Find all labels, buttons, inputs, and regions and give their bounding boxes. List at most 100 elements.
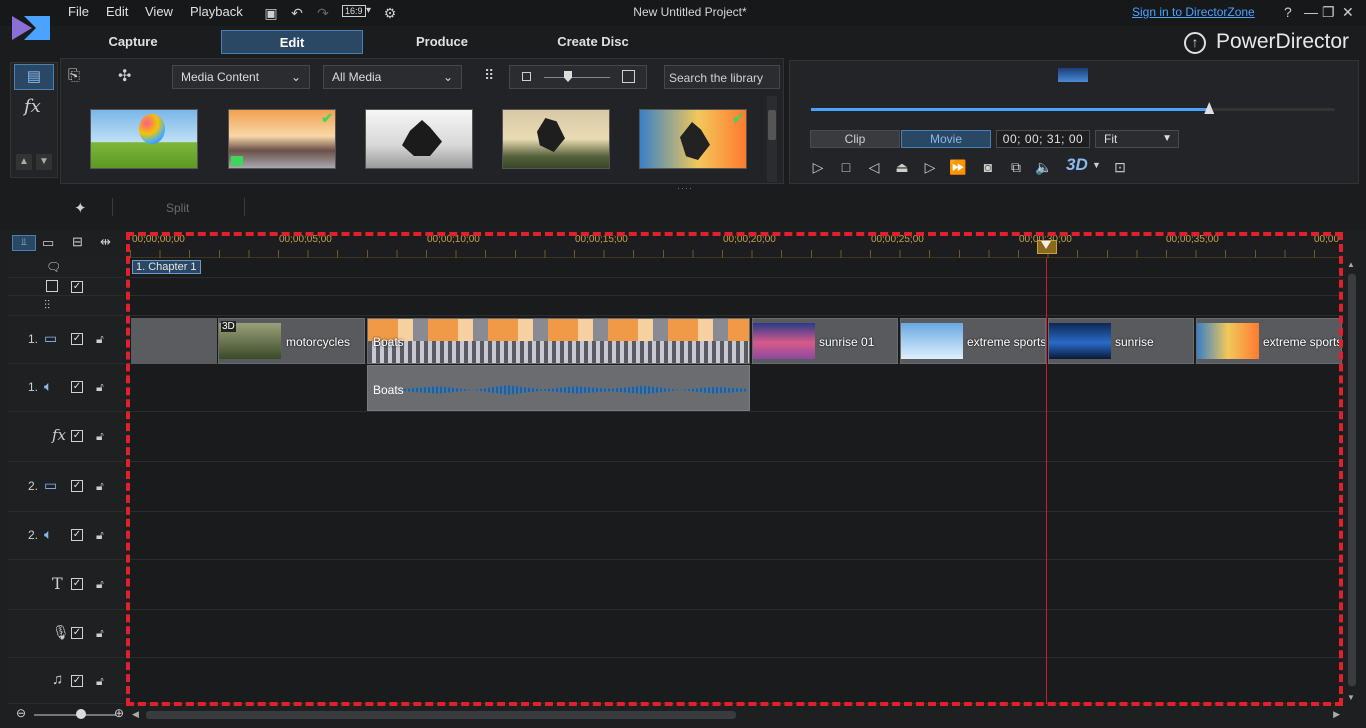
next-frame-icon[interactable]: ▷ bbox=[920, 157, 940, 177]
library-search-input[interactable]: Search the library bbox=[664, 65, 780, 89]
media-thumb-motocross[interactable] bbox=[502, 109, 610, 169]
grid-view-icon[interactable]: ⠿ bbox=[484, 67, 494, 84]
plugins-puzzle-icon[interactable]: ✣ bbox=[118, 66, 131, 86]
rail-scroll-up-icon[interactable]: ▲ bbox=[16, 154, 32, 170]
all-media-dropdown[interactable]: All Media ⌄ bbox=[323, 65, 462, 89]
storyboard-view-icon[interactable]: ▭ bbox=[42, 235, 54, 251]
audio-mix-row[interactable] bbox=[130, 296, 1342, 316]
3d-toggle-icon[interactable]: 3D bbox=[1066, 155, 1088, 175]
save-icon[interactable]: ▣ bbox=[262, 4, 280, 22]
vertical-scroll-thumb[interactable] bbox=[1348, 274, 1356, 686]
play-icon[interactable]: ▷ bbox=[808, 157, 828, 177]
stop-icon[interactable]: □ bbox=[836, 157, 856, 177]
tab-edit[interactable]: Edit bbox=[221, 30, 363, 54]
tab-capture[interactable]: Capture bbox=[88, 30, 178, 54]
fx-track[interactable] bbox=[130, 412, 1342, 462]
rail-scroll-down-icon[interactable]: ▼ bbox=[36, 154, 52, 170]
video-clip-extreme-sports-1[interactable]: extreme sports bbox=[900, 318, 1046, 364]
tab-produce[interactable]: Produce bbox=[396, 30, 488, 54]
help-button[interactable]: ? bbox=[1284, 4, 1292, 20]
aspect-ratio-caret-icon[interactable]: ▾ bbox=[366, 5, 371, 16]
zoom-slider-knob[interactable] bbox=[76, 709, 86, 719]
settings-gear-icon[interactable]: ⚙ bbox=[381, 4, 399, 22]
media-thumb-boats[interactable]: ✔ bbox=[228, 109, 336, 169]
video-clip-sunrise-01[interactable]: sunrise 01 bbox=[752, 318, 898, 364]
lock-icon[interactable]: 🔓︎ bbox=[96, 429, 104, 444]
audio-track-2-checkbox[interactable]: ✓ bbox=[71, 529, 83, 541]
lock-icon[interactable]: 🔓︎ bbox=[96, 674, 104, 689]
library-scroll-thumb[interactable] bbox=[768, 110, 776, 140]
video-clip-boats[interactable]: Boats bbox=[367, 318, 750, 364]
slider-thumb[interactable] bbox=[564, 71, 572, 82]
pip-icon[interactable]: ⧉ bbox=[1006, 157, 1026, 177]
restore-icon[interactable]: ❐ bbox=[1322, 4, 1335, 21]
music-track-checkbox[interactable]: ✓ bbox=[71, 675, 83, 687]
lock-icon[interactable]: 🔓︎ bbox=[96, 577, 104, 592]
lock-icon[interactable]: 🔓︎ bbox=[96, 380, 104, 395]
track-manager-icon[interactable]: ⊟ bbox=[72, 234, 83, 250]
video-track-2-checkbox[interactable]: ✓ bbox=[71, 480, 83, 492]
preview-scrubber[interactable] bbox=[811, 102, 1335, 114]
snapshot-camera-icon[interactable]: ◙ bbox=[978, 157, 998, 177]
subtitle-track[interactable] bbox=[130, 278, 1342, 296]
fast-forward-icon[interactable]: ⏩ bbox=[948, 157, 968, 177]
thumbnail-size-slider[interactable] bbox=[509, 65, 647, 89]
chapter-track[interactable] bbox=[130, 258, 1342, 278]
media-content-dropdown[interactable]: Media Content ⌄ bbox=[172, 65, 310, 89]
volume-icon[interactable]: 🔈 bbox=[1034, 157, 1054, 177]
title-track-checkbox[interactable]: ✓ bbox=[71, 578, 83, 590]
lock-icon[interactable]: 🔓︎ bbox=[96, 528, 104, 543]
library-scrollbar[interactable] bbox=[767, 96, 777, 182]
audio-track-1-checkbox[interactable]: ✓ bbox=[71, 381, 83, 393]
undo-icon[interactable]: ↶ bbox=[288, 4, 306, 22]
subtitle-track-checkbox[interactable]: ✓ bbox=[71, 281, 83, 293]
media-room-icon[interactable]: ▤ bbox=[14, 64, 54, 90]
empty-clip-gap[interactable] bbox=[131, 318, 217, 364]
voice-track[interactable] bbox=[130, 610, 1342, 658]
chapter-marker[interactable]: 1. Chapter 1 bbox=[132, 260, 201, 274]
audio-track-2[interactable] bbox=[130, 512, 1342, 560]
menu-edit[interactable]: Edit bbox=[106, 4, 128, 19]
lock-icon[interactable]: 🔓︎ bbox=[96, 479, 104, 494]
menu-file[interactable]: File bbox=[68, 4, 89, 19]
voice-track-checkbox[interactable]: ✓ bbox=[71, 627, 83, 639]
movie-mode-button[interactable]: Movie bbox=[901, 130, 991, 148]
video-clip-extreme-sports-2[interactable]: extreme sports bbox=[1196, 318, 1342, 364]
fx-track-checkbox[interactable]: ✓ bbox=[71, 430, 83, 442]
zoom-out-icon[interactable]: ⊖ bbox=[16, 706, 26, 720]
clip-mode-button[interactable]: Clip bbox=[810, 130, 900, 148]
timeline-view-icon[interactable]: ⫫ bbox=[12, 235, 36, 251]
fx-room-icon[interactable]: fx bbox=[24, 96, 41, 117]
minimize-icon[interactable]: — bbox=[1304, 4, 1318, 20]
lock-icon[interactable]: 🔓︎ bbox=[96, 626, 104, 641]
timeline-vertical-scrollbar[interactable]: ▲ ▼ bbox=[1345, 258, 1359, 704]
menu-view[interactable]: View bbox=[145, 4, 173, 19]
scroll-down-icon[interactable]: ▼ bbox=[1347, 693, 1355, 702]
zoom-fit-dropdown[interactable]: Fit ▼ bbox=[1095, 130, 1179, 148]
menu-playback[interactable]: Playback bbox=[190, 4, 243, 19]
mark-in-icon[interactable]: ⏏ bbox=[892, 157, 912, 177]
3d-caret-icon[interactable]: ▼ bbox=[1092, 160, 1101, 170]
zoom-slider[interactable] bbox=[34, 714, 116, 716]
detach-preview-icon[interactable]: ⊡ bbox=[1110, 157, 1130, 177]
import-media-icon[interactable]: ⎘ bbox=[68, 67, 80, 84]
media-thumb-bmx[interactable] bbox=[365, 109, 473, 169]
horizontal-scroll-thumb[interactable] bbox=[146, 711, 736, 719]
video-clip-motorcycles[interactable]: 3D motorcycles bbox=[218, 318, 365, 364]
video-track-2[interactable] bbox=[130, 462, 1342, 512]
previous-frame-icon[interactable]: ◁ bbox=[864, 157, 884, 177]
tab-create-disc[interactable]: Create Disc bbox=[538, 30, 648, 54]
zoom-in-icon[interactable]: ⊕ bbox=[114, 706, 124, 720]
scroll-right-icon[interactable]: ▶ bbox=[1333, 709, 1340, 720]
title-track[interactable] bbox=[130, 560, 1342, 610]
close-icon[interactable]: ✕ bbox=[1342, 4, 1354, 21]
media-thumb-extreme-sports[interactable]: ✔ bbox=[639, 109, 747, 169]
media-thumb-balloons[interactable] bbox=[90, 109, 198, 169]
timeline-horizontal-scrollbar[interactable]: ◀ ▶ bbox=[130, 708, 1342, 722]
scroll-left-icon[interactable]: ◀ bbox=[132, 709, 139, 720]
timecode-display[interactable]: 00; 00; 31; 00 bbox=[996, 130, 1090, 148]
video-track-1-checkbox[interactable]: ✓ bbox=[71, 333, 83, 345]
split-button[interactable]: Split bbox=[166, 201, 189, 215]
fit-timeline-icon[interactable]: ⇹ bbox=[100, 234, 111, 250]
audio-clip-boats[interactable]: Boats bbox=[367, 365, 750, 411]
